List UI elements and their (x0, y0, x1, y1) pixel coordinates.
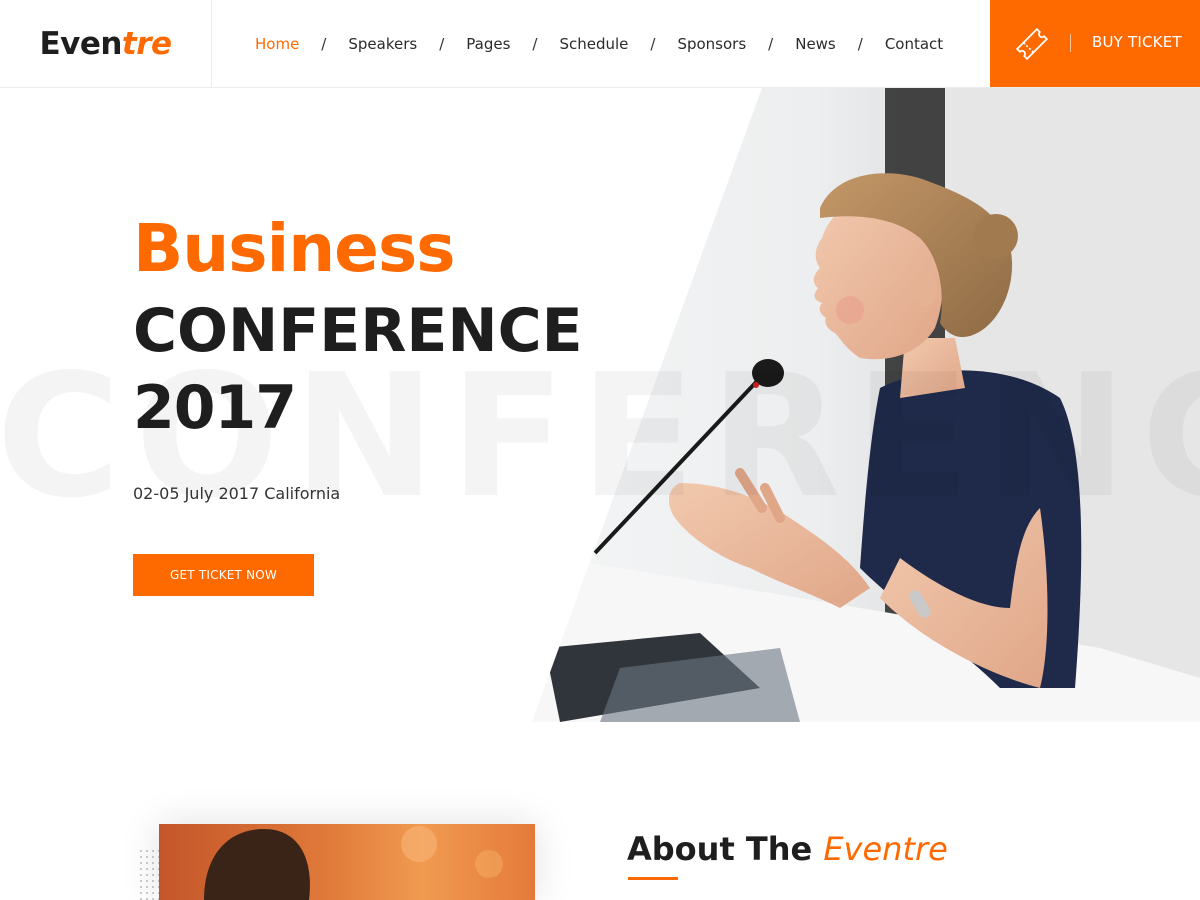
about-event-photo (159, 824, 535, 900)
nav-separator: / (857, 34, 863, 53)
logo-text-accent: tre (121, 25, 172, 62)
about-title: About The Eventre (627, 830, 948, 868)
hero-title-business: Business (133, 210, 456, 287)
logo-area[interactable]: Eventre (0, 0, 212, 87)
site-header: Eventre Home / Speakers / Pages / Schedu… (0, 0, 1200, 88)
nav-separator: / (439, 34, 445, 53)
hero-section: CONFERENC Business CONFERENCE 2017 02-05… (0, 88, 1200, 722)
logo-text-dark: Even (39, 25, 122, 62)
about-title-underline (628, 877, 678, 880)
nav-separator: / (321, 34, 327, 53)
main-nav: Home / Speakers / Pages / Schedule / Spo… (255, 0, 943, 87)
about-title-accent: Eventre (823, 830, 948, 868)
about-title-prefix: About The (627, 830, 824, 868)
nav-item-sponsors[interactable]: Sponsors (677, 35, 746, 53)
buy-ticket-label: BUY TICKET (1092, 33, 1182, 51)
ticket-icon (1014, 26, 1050, 62)
nav-separator: / (650, 34, 656, 53)
about-dots-decoration (138, 848, 160, 900)
hero-date-location: 02-05 July 2017 California (133, 484, 341, 503)
nav-item-news[interactable]: News (795, 35, 836, 53)
buy-ticket-divider (1070, 34, 1071, 52)
nav-item-contact[interactable]: Contact (885, 35, 943, 53)
nav-separator: / (532, 34, 538, 53)
logo[interactable]: Eventre (39, 25, 172, 62)
hero-title-year: 2017 (133, 373, 297, 443)
buy-ticket-button[interactable]: BUY TICKET (990, 0, 1200, 87)
hero-title-conference: CONFERENCE (133, 296, 583, 366)
get-ticket-now-button[interactable]: GET TICKET NOW (133, 554, 314, 596)
nav-item-speakers[interactable]: Speakers (348, 35, 417, 53)
nav-item-schedule[interactable]: Schedule (559, 35, 628, 53)
nav-item-home[interactable]: Home (255, 35, 299, 53)
nav-item-pages[interactable]: Pages (466, 35, 510, 53)
nav-separator: / (768, 34, 774, 53)
